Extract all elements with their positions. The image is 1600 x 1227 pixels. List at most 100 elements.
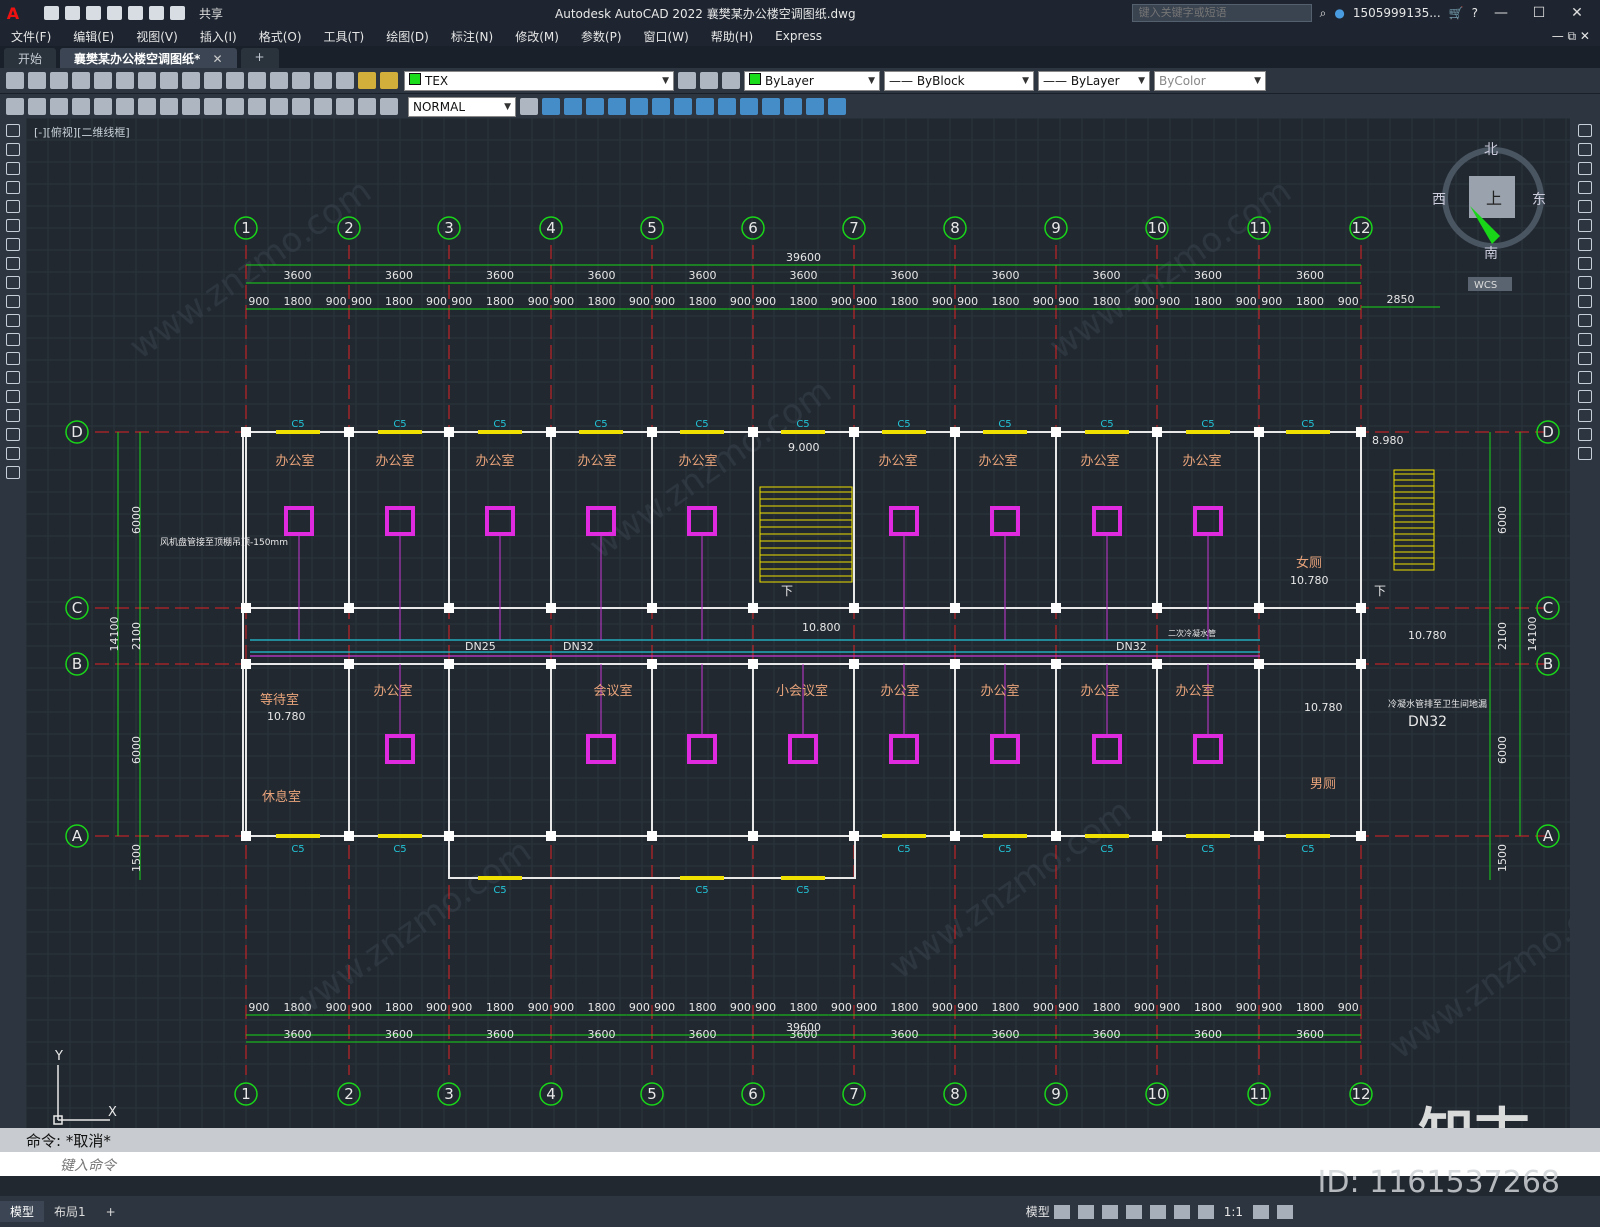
workspace-gear-icon[interactable] — [1253, 1204, 1270, 1219]
new-icon[interactable] — [6, 72, 24, 89]
fillet-icon[interactable] — [1578, 409, 1592, 422]
jogged-dim-icon[interactable] — [116, 98, 134, 115]
annotation-icon[interactable] — [1197, 1204, 1214, 1219]
region-icon[interactable] — [6, 428, 20, 441]
line-icon[interactable] — [6, 124, 20, 137]
viewcube[interactable]: 上 北 南 东 西 WCS — [1432, 142, 1546, 291]
cart-icon[interactable]: 🛒 — [1449, 6, 1464, 20]
menu-express[interactable]: Express — [764, 29, 833, 43]
move-icon[interactable] — [1578, 219, 1592, 232]
dim-edit-icon[interactable] — [380, 98, 398, 115]
radius-dim-icon[interactable] — [94, 98, 112, 115]
trim-icon[interactable] — [1578, 295, 1592, 308]
save-icon[interactable] — [86, 6, 101, 20]
ellipse-icon[interactable] — [6, 295, 20, 308]
grid-icon[interactable] — [1053, 1204, 1070, 1219]
break-point-icon[interactable] — [1578, 333, 1592, 346]
zoom-icon[interactable] — [248, 72, 266, 89]
ellipse-arc-icon[interactable] — [6, 314, 20, 327]
quick-dim-icon[interactable] — [182, 98, 200, 115]
copy-object-icon[interactable] — [1578, 143, 1592, 156]
construction-line-icon[interactable] — [6, 143, 20, 156]
save-as-icon[interactable] — [107, 6, 122, 20]
extend-icon[interactable] — [1578, 314, 1592, 327]
menu-view[interactable]: 视图(V) — [125, 28, 189, 45]
gradient-icon[interactable] — [6, 409, 20, 422]
menu-dimension[interactable]: 标注(N) — [440, 28, 504, 45]
tab-layout1[interactable]: 布局1 — [44, 1201, 96, 1222]
plot-icon[interactable] — [128, 6, 143, 20]
compass-west[interactable]: 西 — [1432, 192, 1446, 208]
insert-block-icon[interactable] — [6, 333, 20, 346]
jogged-linear-icon[interactable] — [358, 98, 376, 115]
circle-icon[interactable] — [6, 238, 20, 251]
hatch-icon[interactable] — [6, 390, 20, 403]
layer-freeze-icon[interactable] — [380, 72, 398, 89]
print-icon[interactable] — [72, 72, 90, 89]
visual-style-icon[interactable] — [762, 98, 780, 115]
drawing-canvas[interactable]: www.znzmo.com www.znzmo.com www.znzmo.co… — [25, 117, 1600, 1128]
make-block-icon[interactable] — [6, 352, 20, 365]
view-right-icon[interactable] — [608, 98, 626, 115]
menu-draw[interactable]: 绘图(D) — [375, 28, 440, 45]
polar-icon[interactable] — [1125, 1204, 1142, 1219]
match-layer-icon[interactable] — [678, 72, 696, 89]
point-icon[interactable] — [6, 371, 20, 384]
rotate-icon[interactable] — [1578, 238, 1592, 251]
chamfer-icon[interactable] — [1578, 390, 1592, 403]
annotation-scale[interactable]: 1:1 — [1224, 1205, 1243, 1219]
maximize-button[interactable]: ☐ — [1524, 5, 1554, 21]
undo-icon[interactable] — [182, 72, 200, 89]
autocad-logo-icon[interactable]: A — [0, 0, 26, 26]
osnap-icon[interactable] — [1149, 1204, 1166, 1219]
diameter-dim-icon[interactable] — [138, 98, 156, 115]
menu-parametric[interactable]: 参数(P) — [570, 28, 633, 45]
aligned-dim-icon[interactable] — [28, 98, 46, 115]
save-icon[interactable] — [50, 72, 68, 89]
view-iso-sw-icon[interactable] — [674, 98, 692, 115]
mdi-controls[interactable]: — ⧉ ✕ — [1541, 29, 1600, 44]
search-input[interactable] — [1131, 4, 1312, 22]
view-iso-nw-icon[interactable] — [740, 98, 758, 115]
new-tab-button[interactable]: + — [240, 48, 279, 68]
properties-icon[interactable] — [270, 72, 288, 89]
linetype-dropdown[interactable]: —— ByBlock ▼ — [884, 70, 1034, 91]
dimstyle-manager-icon[interactable] — [520, 98, 538, 115]
stretch-icon[interactable] — [1578, 276, 1592, 289]
menu-window[interactable]: 窗口(W) — [633, 28, 700, 45]
tab-start[interactable]: 开始 — [4, 48, 57, 68]
paste-icon[interactable] — [160, 72, 178, 89]
user-name[interactable]: 1505999135... — [1353, 6, 1441, 20]
user-icon[interactable]: ● — [1334, 6, 1344, 20]
close-button[interactable]: ✕ — [1562, 5, 1592, 21]
close-icon[interactable]: ✕ — [212, 52, 222, 66]
view-iso-se-icon[interactable] — [696, 98, 714, 115]
open-icon[interactable] — [65, 6, 80, 20]
dimstyle-dropdown[interactable]: NORMAL ▼ — [408, 96, 516, 117]
break-icon[interactable] — [1578, 352, 1592, 365]
redo-icon[interactable] — [170, 6, 185, 20]
explode-icon[interactable] — [1578, 447, 1592, 460]
angular-dim-icon[interactable] — [160, 98, 178, 115]
open-icon[interactable] — [28, 72, 46, 89]
copy-icon[interactable] — [138, 72, 156, 89]
view-bottom-icon[interactable] — [652, 98, 670, 115]
shaded-icon[interactable] — [784, 98, 802, 115]
mirror-icon[interactable] — [1578, 162, 1592, 175]
layer-state-icon[interactable] — [722, 72, 740, 89]
compass-east[interactable]: 东 — [1532, 192, 1546, 208]
view-iso-ne-icon[interactable] — [718, 98, 736, 115]
search-icon[interactable]: ⌕ — [1320, 6, 1327, 21]
baseline-dim-icon[interactable] — [204, 98, 222, 115]
minimize-button[interactable]: — — [1486, 5, 1516, 21]
rectangle-icon[interactable] — [6, 200, 20, 213]
inspect-icon[interactable] — [336, 98, 354, 115]
revision-cloud-icon[interactable] — [6, 257, 20, 270]
arc-length-icon[interactable] — [50, 98, 68, 115]
dim-space-icon[interactable] — [248, 98, 266, 115]
compass-south[interactable]: 南 — [1484, 246, 1498, 262]
conceptual-icon[interactable] — [828, 98, 846, 115]
continue-dim-icon[interactable] — [226, 98, 244, 115]
ordinate-dim-icon[interactable] — [72, 98, 90, 115]
menu-tools[interactable]: 工具(T) — [313, 28, 376, 45]
